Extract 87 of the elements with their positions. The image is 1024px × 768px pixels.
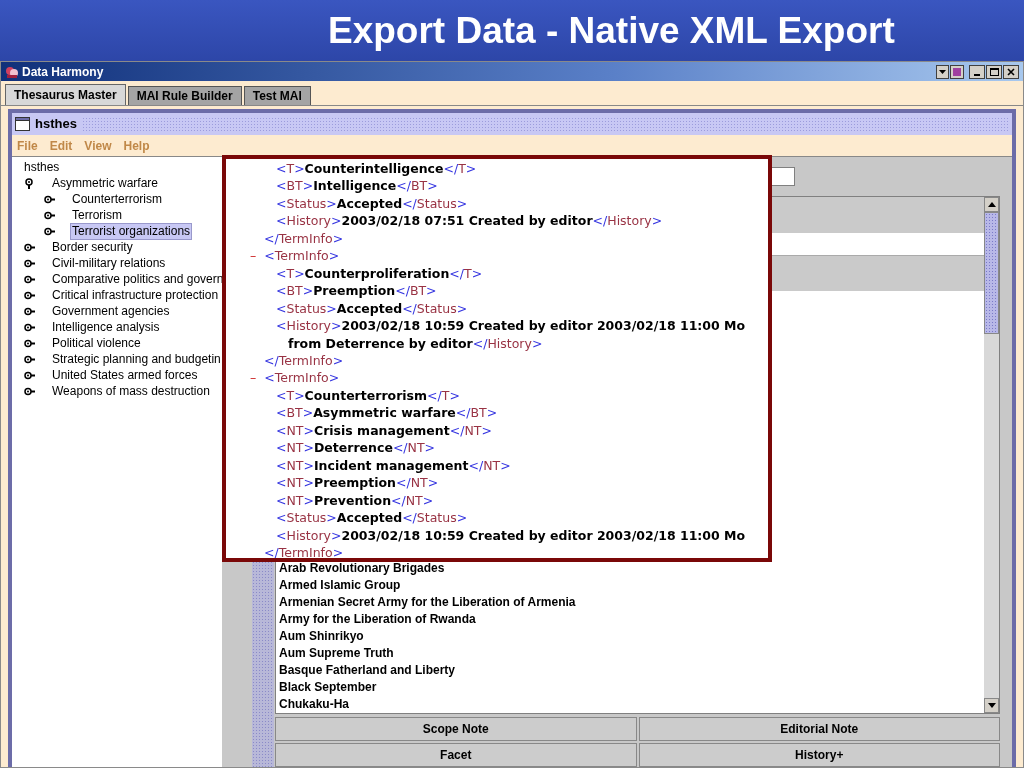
tree-item[interactable]: Critical infrastructure protection [50, 286, 221, 304]
collapsed-handle-icon[interactable] [24, 241, 35, 253]
down-arrow-icon [987, 703, 996, 708]
xml-line: </TermInfo> [264, 543, 344, 558]
list-item[interactable]: Army for the Liberation of Rwanda [279, 611, 476, 628]
collapsed-handle-icon[interactable] [24, 257, 35, 269]
xml-line: <NT>Prevention</NT> [276, 491, 434, 510]
collapsed-handle-icon[interactable] [44, 209, 55, 221]
collapsed-handle-icon[interactable] [24, 321, 35, 333]
xml-line: <NT>Incident management</NT> [276, 456, 511, 475]
list-item[interactable]: Arab Revolutionary Brigades [279, 560, 445, 577]
expanded-handle-icon[interactable] [24, 177, 35, 189]
tree-item[interactable]: United States armed forces [50, 366, 200, 384]
close-button[interactable] [1003, 64, 1019, 79]
xml-line: <Status>Accepted</Status> [276, 194, 468, 213]
note-button[interactable]: History+ [638, 743, 1000, 767]
tree-item[interactable]: Terrorist organizations [70, 222, 193, 240]
note-button[interactable]: Scope Note [275, 717, 637, 741]
tree-item[interactable]: Strategic planning and budgetin [50, 350, 222, 368]
caret-icon [939, 68, 946, 75]
note-button[interactable]: Editorial Note [638, 717, 1000, 741]
collapsed-handle-icon[interactable] [44, 193, 55, 205]
collapsed-handle-icon[interactable] [24, 305, 35, 317]
tab[interactable]: Test MAI [243, 86, 311, 105]
xml-line: <History>2003/02/18 10:59 Created by editor 2003/02/18 11:00 Mo [276, 526, 746, 544]
tree-root[interactable]: hsthes [24, 159, 60, 175]
up-arrow-icon [987, 202, 996, 207]
list-item[interactable]: Aum Shinrikyo [279, 628, 364, 645]
xml-line: <BT>Asymmetric warfare</BT> [276, 404, 498, 422]
xml-line: <History>2003/02/18 10:59 Created by editor 2003/02/18 11:00 Mo [276, 317, 746, 335]
tab[interactable]: Thesaurus Master [5, 84, 126, 105]
xml-line: <Status>Accepted</Status> [276, 299, 468, 318]
scroll-down-button[interactable] [984, 698, 999, 713]
list-item[interactable]: Basque Fatherland and Liberty [279, 662, 456, 679]
window-title: Data Harmony [22, 63, 104, 81]
xml-line: <T>Counterterrorism</T> [276, 386, 460, 405]
xml-line: <NT>Deterrence</NT> [276, 439, 436, 457]
xml-line: </TermInfo> [264, 229, 344, 248]
collapsed-handle-icon[interactable] [24, 353, 35, 365]
xml-line: from Deterrence by editor</History> [288, 334, 543, 352]
collapsed-handle-icon[interactable] [24, 289, 35, 301]
xml-line: <History>2003/02/18 07:51 Created by editor</History> [276, 212, 663, 230]
tree-item[interactable]: Political violence [50, 334, 143, 352]
maximize-button[interactable] [986, 64, 1002, 79]
search-field[interactable] [772, 167, 795, 186]
scrollbar[interactable] [984, 197, 999, 713]
tree-item[interactable]: Civil-military relations [50, 254, 168, 272]
list-item[interactable]: Chukaku-Ha [279, 696, 349, 713]
pin-button[interactable] [950, 64, 964, 79]
xml-line: – <TermInfo> [250, 247, 340, 265]
xml-line: </TermInfo> [264, 352, 344, 370]
window-title: hsthes [35, 115, 77, 134]
minimize-button[interactable] [969, 64, 985, 79]
collapsed-handle-icon[interactable] [24, 337, 35, 349]
list-item[interactable]: Black September [279, 679, 377, 696]
collapsed-handle-icon[interactable] [24, 385, 35, 397]
tree-item[interactable]: Comparative politics and govern [50, 270, 222, 288]
collapsed-handle-icon[interactable] [24, 369, 35, 381]
xml-line: <Status>Accepted</Status> [276, 509, 468, 527]
close-icon [1007, 67, 1015, 76]
list-item[interactable]: Armed Islamic Group [279, 577, 401, 594]
dropdown-button[interactable] [936, 64, 949, 79]
xml-line: – <TermInfo> [250, 369, 340, 387]
tree-item[interactable]: Border security [50, 238, 135, 256]
tree-item[interactable]: Terrorism [70, 206, 124, 224]
app-logo-icon [5, 64, 19, 79]
tree-item[interactable]: Intelligence analysis [50, 318, 162, 336]
collapsed-handle-icon[interactable] [24, 273, 35, 285]
scroll-thumb[interactable] [984, 212, 999, 334]
note-button[interactable]: Facet [275, 743, 637, 767]
xml-line: <BT>Intelligence</BT> [276, 177, 438, 195]
slide-title: Export Data - Native XML Export [328, 12, 895, 49]
collapsed-handle-icon[interactable] [44, 225, 55, 237]
tree-item[interactable]: Weapons of mass destruction [50, 382, 212, 400]
tab[interactable]: MAI Rule Builder [127, 86, 242, 105]
xml-line: <NT>Crisis management</NT> [276, 421, 492, 440]
xml-line: <BT>Preemption</BT> [276, 282, 437, 300]
list-item[interactable]: Armenian Secret Army for the Liberation of Armenia [279, 594, 576, 611]
scroll-up-button[interactable] [984, 197, 999, 212]
tree-item[interactable]: Counterterrorism [70, 190, 165, 208]
list-item[interactable]: Aum Supreme Truth [279, 645, 394, 662]
xml-line: <T>Counterintelligence</T> [276, 160, 477, 178]
xml-line: <NT>Preemption</NT> [276, 474, 439, 492]
tree-item[interactable]: Asymmetric warfare [50, 174, 160, 192]
xml-line: <T>Counterproliferation</T> [276, 264, 483, 283]
window-icon [15, 117, 30, 131]
tree-item[interactable]: Government agencies [50, 302, 172, 320]
